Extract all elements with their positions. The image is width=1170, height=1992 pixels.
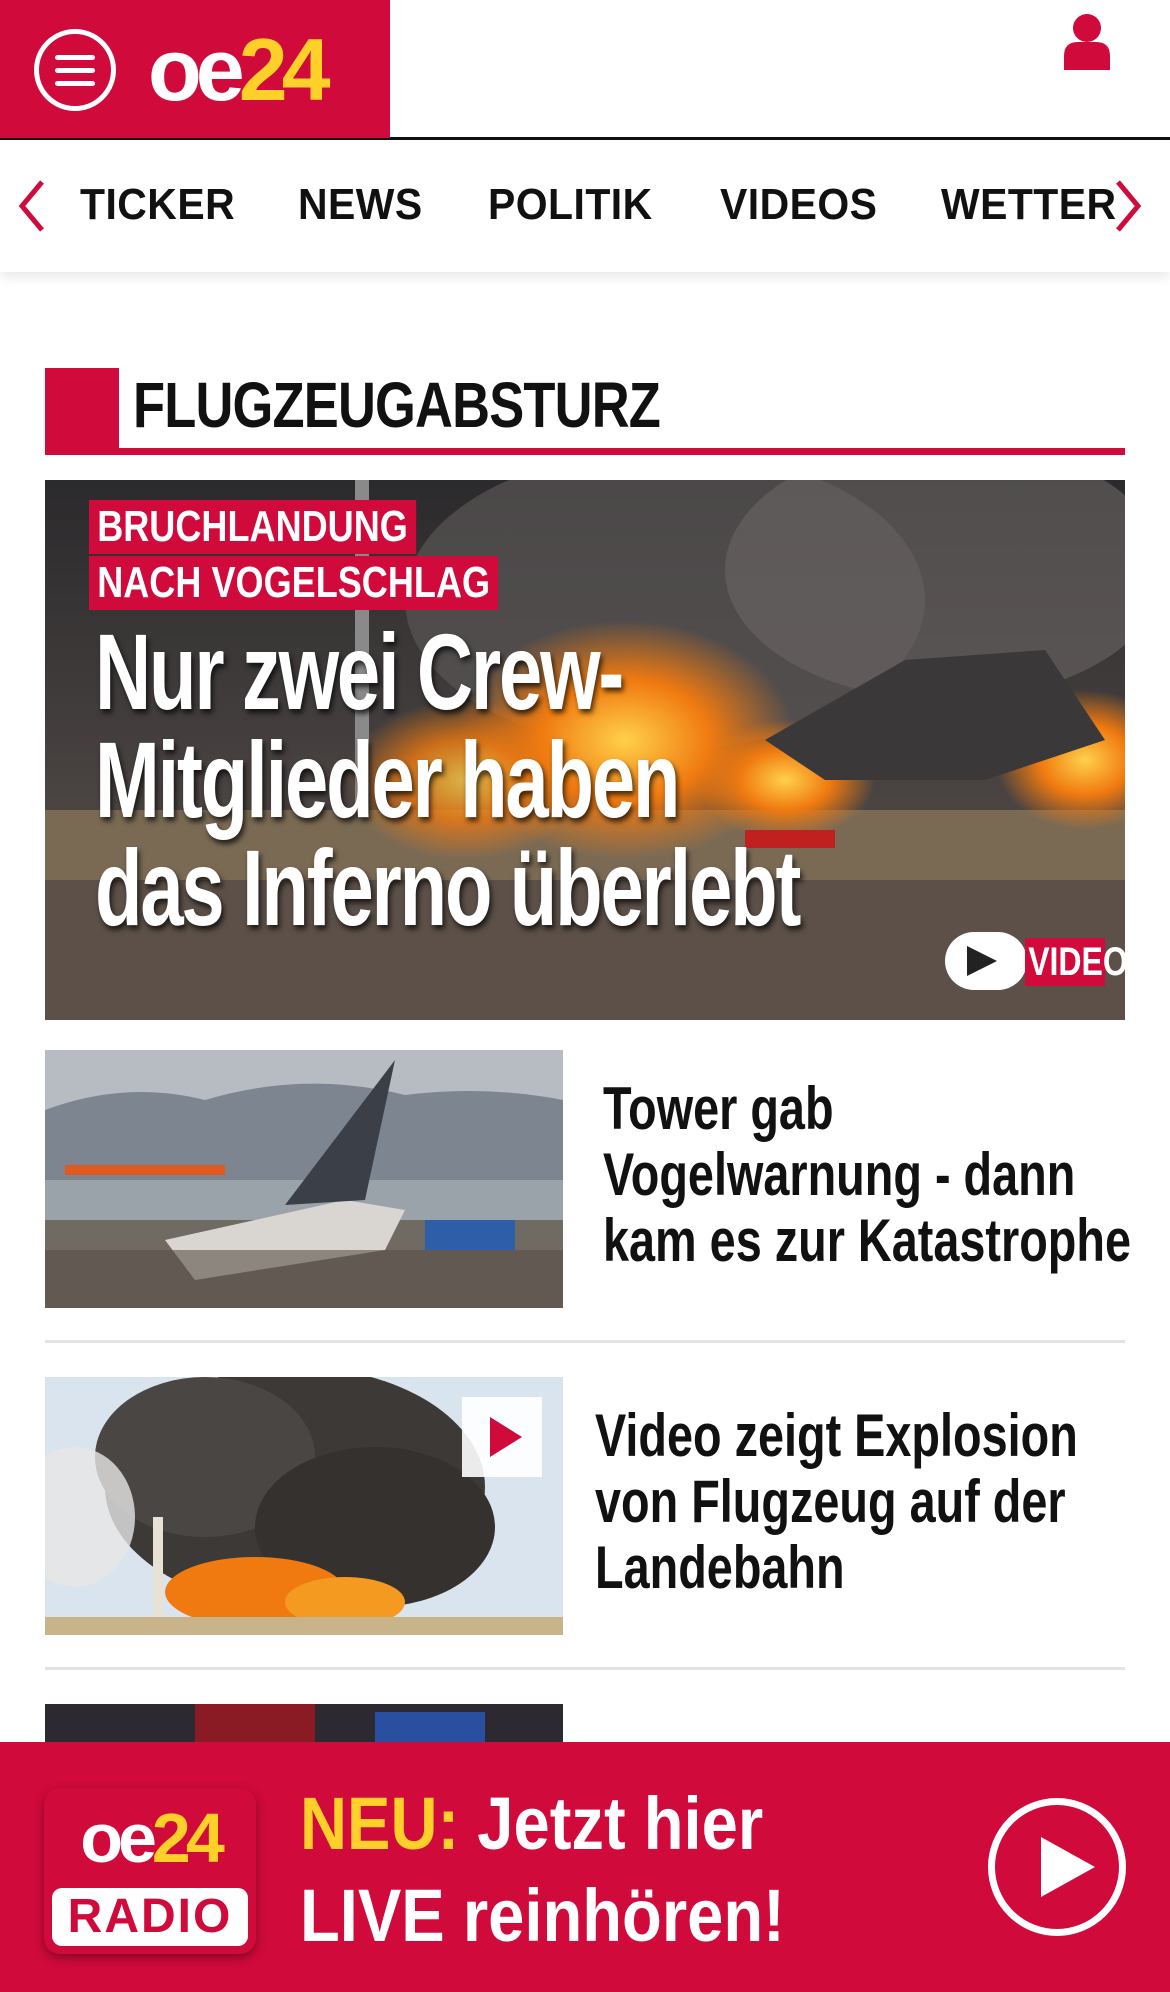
radio-play-icon[interactable]	[988, 1798, 1126, 1936]
article-divider	[45, 1667, 1125, 1670]
section-title[interactable]: FLUGZEUGABSTURZ	[133, 368, 661, 442]
article-headline-line2: Vogelwarnung - dann	[603, 1141, 1076, 1208]
article-headline-line1: Video zeigt Explosion	[595, 1402, 1078, 1469]
section-accent-block	[45, 368, 119, 454]
hero-headline[interactable]: Nur zwei Crew- Mitglieder haben das Infe…	[95, 618, 887, 942]
article-headline-line2: von Flugzeug auf der	[595, 1468, 1066, 1535]
radio-promo-line1: NEU: Jetzt hier	[300, 1782, 764, 1865]
nav-item-videos[interactable]: VIDEOS	[720, 180, 877, 230]
play-icon	[945, 932, 1027, 990]
site-logo[interactable]: oe 24	[148, 20, 331, 120]
section-heading: FLUGZEUGABSTURZ	[45, 368, 1125, 456]
article-headline-line3: kam es zur Katastrophe	[603, 1207, 1131, 1274]
hero-headline-line3: das Inferno überlebt	[95, 827, 801, 948]
radio-logo-label: RADIO	[52, 1888, 248, 1946]
nav-item-wetter[interactable]: WETTER	[941, 180, 1117, 230]
nav-item-politik[interactable]: POLITIK	[488, 180, 653, 230]
site-header: oe 24	[0, 0, 1170, 140]
article-headline[interactable]: Tower gab Vogelwarnung - dann kam es zur…	[603, 1076, 1131, 1274]
article-thumbnail[interactable]	[45, 1377, 563, 1635]
brand-bar: oe 24	[0, 0, 390, 138]
article-thumbnail[interactable]	[45, 1050, 563, 1308]
article-headline-line1: Tower gab	[603, 1075, 834, 1142]
radio-promo-line2: LIVE reinhören!	[300, 1874, 785, 1957]
radio-promo-text[interactable]: NEU: Jetzt hier LIVE reinhören!	[300, 1778, 785, 1962]
hero-kicker-line1: BRUCHLANDUNG	[89, 500, 417, 554]
video-badge[interactable]: VIDEO	[945, 932, 1125, 990]
article-item[interactable]: Video zeigt Explosion von Flugzeug auf d…	[45, 1377, 1125, 1635]
radio-banner[interactable]: oe24 RADIO NEU: Jetzt hier LIVE reinhöre…	[0, 1742, 1170, 1992]
nav-item-news[interactable]: NEWS	[298, 180, 423, 230]
nav-item-ticker[interactable]: TICKER	[80, 180, 235, 230]
article-headline[interactable]: Video zeigt Explosion von Flugzeug auf d…	[595, 1403, 1078, 1601]
article-divider	[45, 1340, 1125, 1343]
video-label: VIDEO	[1025, 938, 1125, 986]
hero-headline-line1: Nur zwei Crew-	[95, 611, 624, 732]
section-underline	[45, 448, 1125, 455]
article-item[interactable]	[45, 1704, 1125, 1744]
chevron-right-icon[interactable]	[1112, 176, 1146, 236]
hamburger-menu-icon[interactable]	[34, 29, 116, 111]
radio-logo: oe24 RADIO	[44, 1788, 256, 1954]
radio-logo-brand: oe24	[80, 1799, 225, 1877]
article-item[interactable]: Tower gab Vogelwarnung - dann kam es zur…	[45, 1050, 1131, 1308]
article-thumbnail[interactable]	[45, 1704, 563, 1744]
hero-headline-line2: Mitglieder haben	[95, 719, 680, 840]
hero-article[interactable]: BRUCHLANDUNG NACH VOGELSCHLAG Nur zwei C…	[45, 480, 1125, 1020]
category-nav: TICKER NEWS POLITIK VIDEOS WETTER	[0, 140, 1170, 272]
hero-kicker-line2: NACH VOGELSCHLAG	[89, 556, 499, 610]
user-icon[interactable]	[1062, 12, 1112, 70]
chevron-left-icon[interactable]	[14, 176, 48, 236]
article-headline-line3: Landebahn	[595, 1534, 845, 1601]
play-icon[interactable]	[462, 1397, 542, 1477]
